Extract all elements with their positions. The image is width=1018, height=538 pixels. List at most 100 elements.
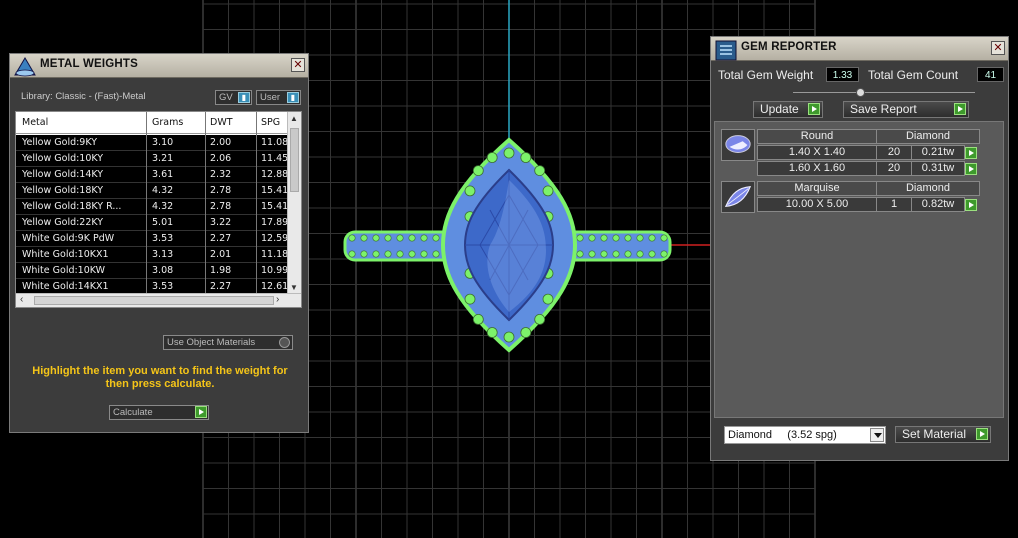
gv-toggle[interactable]: GV ▮	[215, 90, 252, 105]
shank-bead	[348, 250, 356, 258]
table-row[interactable]: Yellow Gold:18KY R... 4.32 2.78 15.41	[16, 199, 288, 215]
shank-bead	[432, 234, 440, 242]
toggle-indicator-icon: ▮	[238, 92, 250, 103]
dwt-cell: 2.01	[210, 249, 232, 260]
metal-name-cell: Yellow Gold:22KY	[22, 217, 104, 228]
metal-name-cell: White Gold:10KW	[22, 265, 106, 276]
gem-reporter-title: GEM REPORTER	[741, 41, 837, 53]
gem-material-header: Diamond	[876, 181, 980, 196]
gem-count-cell[interactable]: 20	[876, 145, 912, 160]
select-gem-arrow-icon[interactable]	[965, 199, 977, 211]
vertical-scroll-thumb[interactable]	[290, 128, 299, 192]
column-header-grams[interactable]: Grams	[152, 112, 204, 134]
scroll-down-icon[interactable]: ▼	[290, 283, 298, 292]
shank-bead	[372, 234, 380, 242]
halo-bead	[520, 327, 532, 338]
material-select[interactable]: Diamond (3.52 spg)	[724, 426, 886, 444]
ring-model[interactable]	[343, 137, 672, 353]
table-row[interactable]: White Gold:10KW 3.08 1.98 10.99	[16, 263, 288, 279]
dwt-cell: 2.06	[210, 153, 232, 164]
report-slider[interactable]	[793, 88, 975, 97]
chevron-down-icon[interactable]	[870, 428, 884, 442]
use-object-materials-checkbox[interactable]: Use Object Materials	[163, 335, 293, 350]
gem-reporter-panel: GEM REPORTER ✕ Total Gem Weight 1.33 Tot…	[710, 36, 1009, 461]
table-row[interactable]: White Gold:10KX1 3.13 2.01 11.18	[16, 247, 288, 263]
select-gem-arrow-icon[interactable]	[965, 147, 977, 159]
scroll-left-icon[interactable]: ‹	[20, 294, 23, 305]
set-material-label: Set Material	[902, 427, 967, 441]
play-arrow-icon	[976, 428, 988, 440]
gem-weight-cell[interactable]: 0.21tw	[911, 145, 965, 160]
halo-bead	[464, 185, 476, 197]
gem-reporter-titlebar[interactable]: GEM REPORTER ✕	[711, 37, 1008, 61]
shank-bead	[624, 234, 632, 242]
grams-cell: 5.01	[152, 217, 174, 228]
gem-weight-cell[interactable]: 0.31tw	[911, 161, 965, 176]
marquise-gem-icon	[721, 181, 755, 213]
grams-cell: 3.13	[152, 249, 174, 260]
round-gem-icon-graphic	[725, 135, 751, 153]
play-arrow-icon	[808, 103, 820, 115]
halo-bead	[486, 152, 498, 163]
column-header-dwt[interactable]: DWT	[210, 112, 260, 134]
column-header-metal[interactable]: Metal	[22, 112, 144, 134]
play-arrow-icon	[954, 103, 966, 115]
table-row[interactable]: Yellow Gold:22KY 5.01 3.22 17.89	[16, 215, 288, 231]
shank-bead	[348, 234, 356, 242]
gem-count-cell[interactable]: 20	[876, 161, 912, 176]
table-row[interactable]: Yellow Gold:14KY 3.61 2.32 12.88	[16, 167, 288, 183]
table-row[interactable]: Yellow Gold:9KY 3.10 2.00 11.08	[16, 135, 288, 151]
shank-bead	[576, 234, 584, 242]
halo-bead	[472, 313, 484, 325]
metal-name-cell: Yellow Gold:14KY	[22, 169, 104, 180]
material-select-value: Diamond (3.52 spg)	[728, 429, 837, 441]
set-material-button[interactable]: Set Material	[895, 426, 991, 443]
vertical-scrollbar[interactable]: ▲ ▼	[287, 112, 301, 295]
gem-size-cell[interactable]: 1.40 X 1.40	[757, 145, 877, 160]
shank-bead	[660, 250, 668, 258]
total-gem-count-value: 41	[977, 67, 1004, 82]
select-gem-arrow-icon[interactable]	[965, 163, 977, 175]
metal-weights-titlebar[interactable]: METAL WEIGHTS ✕	[10, 54, 308, 78]
gem-size-cell[interactable]: 1.60 X 1.60	[757, 161, 877, 176]
user-toggle[interactable]: User ▮	[256, 90, 301, 105]
table-row[interactable]: Yellow Gold:10KY 3.21 2.06 11.45	[16, 151, 288, 167]
gem-count-cell[interactable]: 1	[876, 197, 912, 212]
shank-bead	[408, 250, 416, 258]
halo-bead	[542, 293, 554, 305]
scroll-right-icon[interactable]: ›	[276, 294, 279, 305]
horizontal-scroll-thumb[interactable]	[34, 296, 274, 305]
calculate-button[interactable]: Calculate	[109, 405, 209, 420]
metal-weights-table[interactable]: Metal Grams DWT SPG Yellow Gold:9KY 3.10 2…	[15, 111, 302, 308]
shank-bead	[396, 250, 404, 258]
grams-cell: 3.61	[152, 169, 174, 180]
gem-size-cell[interactable]: 10.00 X 5.00	[757, 197, 877, 212]
gem-list[interactable]: Round Diamond 1.40 X 1.40 20 0.21tw 1.60…	[714, 121, 1004, 418]
table-row[interactable]: White Gold:9K PdW 3.53 2.27 12.59	[16, 231, 288, 247]
table-row[interactable]: Yellow Gold:18KY 4.32 2.78 15.41	[16, 183, 288, 199]
horizontal-scrollbar[interactable]: ‹ ›	[16, 293, 301, 307]
shank-bead	[648, 234, 656, 242]
grams-cell: 3.53	[152, 233, 174, 244]
shank-bead	[636, 250, 644, 258]
dwt-cell: 2.27	[210, 281, 232, 292]
save-report-button[interactable]: Save Report	[843, 101, 969, 118]
scroll-up-icon[interactable]: ▲	[290, 114, 298, 123]
dwt-cell: 2.00	[210, 137, 232, 148]
grams-cell: 3.53	[152, 281, 174, 292]
gem-weight-cell[interactable]: 0.82tw	[911, 197, 965, 212]
shank-bead	[396, 234, 404, 242]
halo-bead	[534, 165, 546, 177]
shank-bead	[420, 234, 428, 242]
calculate-label: Calculate	[113, 407, 153, 418]
shank-bead	[360, 234, 368, 242]
halo-bead	[503, 147, 515, 159]
table-header-row: Metal Grams DWT SPG	[16, 112, 288, 134]
update-button[interactable]: Update	[753, 101, 823, 118]
slider-thumb-icon[interactable]	[856, 88, 865, 97]
grams-cell: 4.32	[152, 201, 174, 212]
metal-name-cell: White Gold:9K PdW	[22, 233, 115, 244]
metal-weights-close-button[interactable]: ✕	[291, 58, 305, 72]
shank-bead	[600, 250, 608, 258]
gem-reporter-close-button[interactable]: ✕	[991, 41, 1005, 55]
